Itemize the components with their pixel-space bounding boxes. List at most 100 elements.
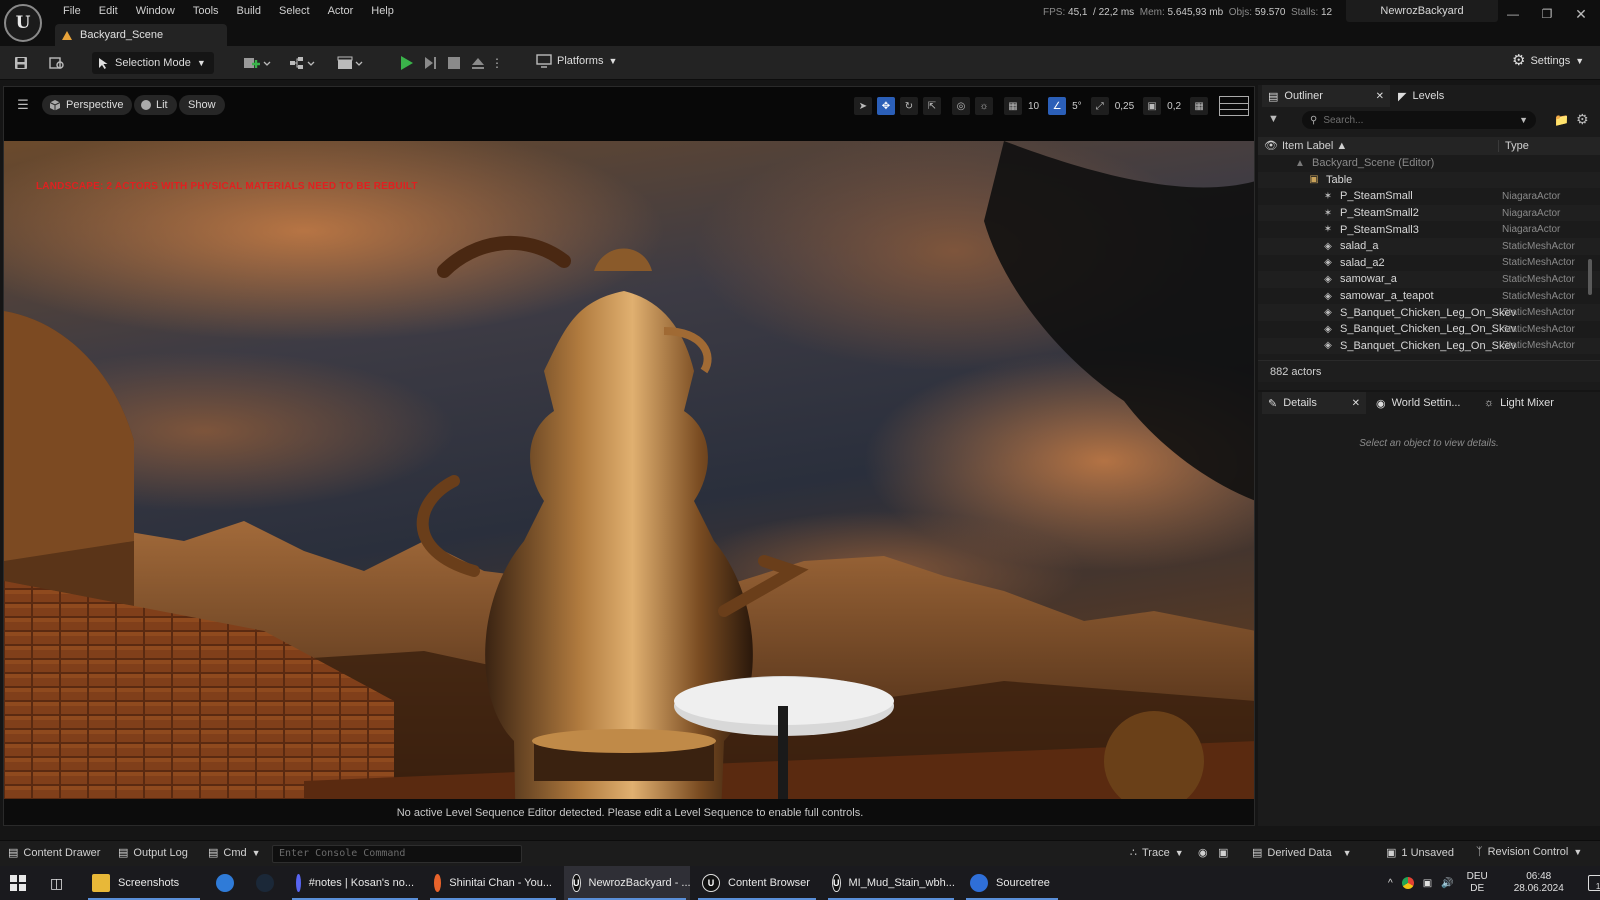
stop-icon[interactable] [444,54,464,72]
tab-outliner[interactable]: ▤ Outliner ✕ [1262,85,1390,107]
taskbar-app[interactable]: Screenshots [84,866,204,900]
scale-tool-icon[interactable]: ⇱ [923,97,941,115]
outliner-row[interactable]: ◈ salad_a StaticMeshActor [1258,237,1600,255]
taskbar-app[interactable] [248,866,284,900]
menu-actor[interactable]: Actor [320,2,364,20]
save-icon[interactable] [11,54,31,72]
content-browser-icon[interactable] [47,54,67,72]
taskbar-app[interactable]: Shinitai Chan - You... [426,866,560,900]
outliner-row[interactable]: ◈ S_Banquet_Chicken_Leg_On_Skev StaticMesh… [1258,304,1600,321]
rotate-tool-icon[interactable]: ↻ [900,97,918,115]
windows-start-icon[interactable] [10,875,26,891]
volume-icon[interactable]: 🔊 [1441,878,1453,889]
minimize-icon[interactable]: — [1496,0,1530,28]
filter-icon[interactable]: ▼ [1268,113,1279,125]
language-indicator[interactable]: DEU DE [1467,871,1488,895]
console-input[interactable]: Enter Console Command [272,845,522,863]
menu-file[interactable]: File [55,2,91,20]
layout-icon[interactable] [1219,96,1250,116]
unsaved-button[interactable]: ▣ 1 Unsaved [1386,846,1454,860]
move-tool-icon[interactable]: ✥ [877,97,895,115]
cinematics-icon[interactable] [334,54,368,72]
gear-icon[interactable]: ⚙ [1576,111,1589,128]
close-tab-icon[interactable]: ✕ [1352,398,1360,409]
surface-snap-icon[interactable]: ☼ [975,97,993,115]
select-tool-icon[interactable]: ➤ [854,97,872,115]
close-icon[interactable]: ✕ [1564,0,1598,28]
close-tab-icon[interactable]: ✕ [1376,91,1384,102]
menu-help[interactable]: Help [363,2,404,20]
derived-data-button[interactable]: ▤ Derived Data ▼ [1252,846,1352,860]
selection-mode-dropdown[interactable]: Selection Mode ▼ [92,52,214,74]
scale-snap-value[interactable]: 0,25 [1115,101,1134,112]
tray-chevron-icon[interactable]: ^ [1388,878,1393,889]
grid-snap-icon[interactable]: ▦ [1004,97,1022,115]
taskbar-app[interactable]: Sourcetree [962,866,1062,900]
content-drawer-button[interactable]: ▤ Content Drawer [8,846,100,860]
scale-snap-icon[interactable]: ⤢ [1090,97,1109,115]
outliner-row[interactable]: ✶ P_SteamSmall2 NiagaraActor [1258,204,1600,222]
chrome-icon[interactable] [1401,877,1414,889]
camera-speed-value[interactable]: 0,2 [1167,101,1181,112]
menu-build[interactable]: Build [229,2,271,20]
camera-speed-icon[interactable]: ▣ [1143,97,1162,115]
menu-window[interactable]: Window [128,2,185,20]
show-button[interactable]: Show [179,95,225,115]
record-icon[interactable]: ◉ [1198,846,1208,859]
add-folder-icon[interactable]: 📁 [1554,113,1569,127]
level-viewport[interactable]: ☰ Perspective Lit Show ➤ ✥ ↻ ⇱ ◎ ☼ ▦ 10 … [3,86,1255,826]
platforms-dropdown[interactable]: Platforms ▼ [536,54,617,68]
settings-dropdown[interactable]: ⚙ Settings ▼ [1512,53,1584,68]
lit-button[interactable]: Lit [134,95,177,115]
outliner-row[interactable]: ◈ S_Banquet_Chicken_Leg_On_Skev StaticMesh… [1258,321,1600,338]
outliner-row[interactable]: ✶ P_SteamSmall NiagaraActor [1258,188,1600,205]
eject-icon[interactable] [468,54,488,72]
document-tab[interactable]: Backyard_Scene [55,24,227,46]
tab-light-mixer[interactable]: ☼ Light Mixer [1478,392,1560,414]
perspective-button[interactable]: Perspective [42,95,133,115]
revision-control-button[interactable]: ᛉ Revision Control ▼ [1476,846,1582,858]
outliner-search-input[interactable]: ⚲ Search... ▼ [1302,111,1536,129]
outliner-row[interactable]: ▣ Table [1258,171,1600,189]
outliner-row[interactable]: ◈ salad_a2 StaticMeshActor [1258,255,1600,272]
network-icon[interactable]: ▣ [1423,878,1432,889]
outliner-row[interactable]: ◈ S_Banquet_Chicken_Leg_On_Skev StaticMesh… [1258,337,1600,355]
taskbar-app[interactable]: U Content Browser [694,866,820,900]
world-space-icon[interactable]: ◎ [952,97,970,115]
add-actor-icon[interactable] [240,54,274,72]
tab-levels[interactable]: ◤ Levels [1392,85,1450,107]
taskbar-app[interactable]: U MI_Mud_Stain_wbh... [824,866,958,900]
taskbar-app[interactable] [208,866,244,900]
output-log-button[interactable]: ▤ Output Log [118,846,188,860]
more-options-icon[interactable]: ⋮ [491,54,503,72]
maximize-viewport-icon[interactable]: ▦ [1190,97,1209,115]
taskbar-app[interactable]: U NewrozBackyard - ... [564,866,691,900]
unreal-logo-icon[interactable]: U [4,4,42,42]
rotation-snap-icon[interactable]: ∠ [1048,97,1067,115]
hamburger-menu-icon[interactable]: ☰ [14,97,32,113]
play-icon[interactable] [396,54,416,72]
clock[interactable]: 06:48 28.06.2024 [1509,871,1569,895]
column-type[interactable]: Type [1498,140,1529,152]
outliner-scrollbar[interactable] [1588,259,1592,295]
trace-dropdown[interactable]: ∴ Trace ▼ [1130,846,1184,860]
blueprint-icon[interactable] [286,54,320,72]
viewport-scene[interactable] [4,141,1254,801]
chevron-down-icon[interactable]: ▼ [1254,101,1255,111]
menu-edit[interactable]: Edit [91,2,128,20]
notifications-icon[interactable]: 15 [1587,875,1600,891]
task-view-icon[interactable]: ◫ [50,875,63,892]
outliner-row[interactable]: ◈ samowar_a StaticMeshActor [1258,271,1600,288]
outliner-row[interactable]: ◈ samowar_a_teapot StaticMeshActor [1258,288,1600,305]
outliner-row[interactable]: ▲ Backyard_Scene (Editor) [1258,155,1600,172]
menu-tools[interactable]: Tools [185,2,229,20]
chevron-down-icon[interactable]: ▼ [1519,115,1528,125]
restore-icon[interactable]: ❐ [1530,0,1564,28]
cmd-dropdown[interactable]: ▤ Cmd ▼ [208,846,261,860]
taskbar-app[interactable]: #notes | Kosan's no... [288,866,422,900]
visibility-icon[interactable]: 👁 [1264,139,1278,152]
column-item-label[interactable]: Item Label ▲ [1282,140,1347,152]
step-icon[interactable] [420,54,440,72]
camera-icon[interactable]: ▣ [1218,846,1228,859]
grid-snap-value[interactable]: 10 [1028,101,1039,112]
